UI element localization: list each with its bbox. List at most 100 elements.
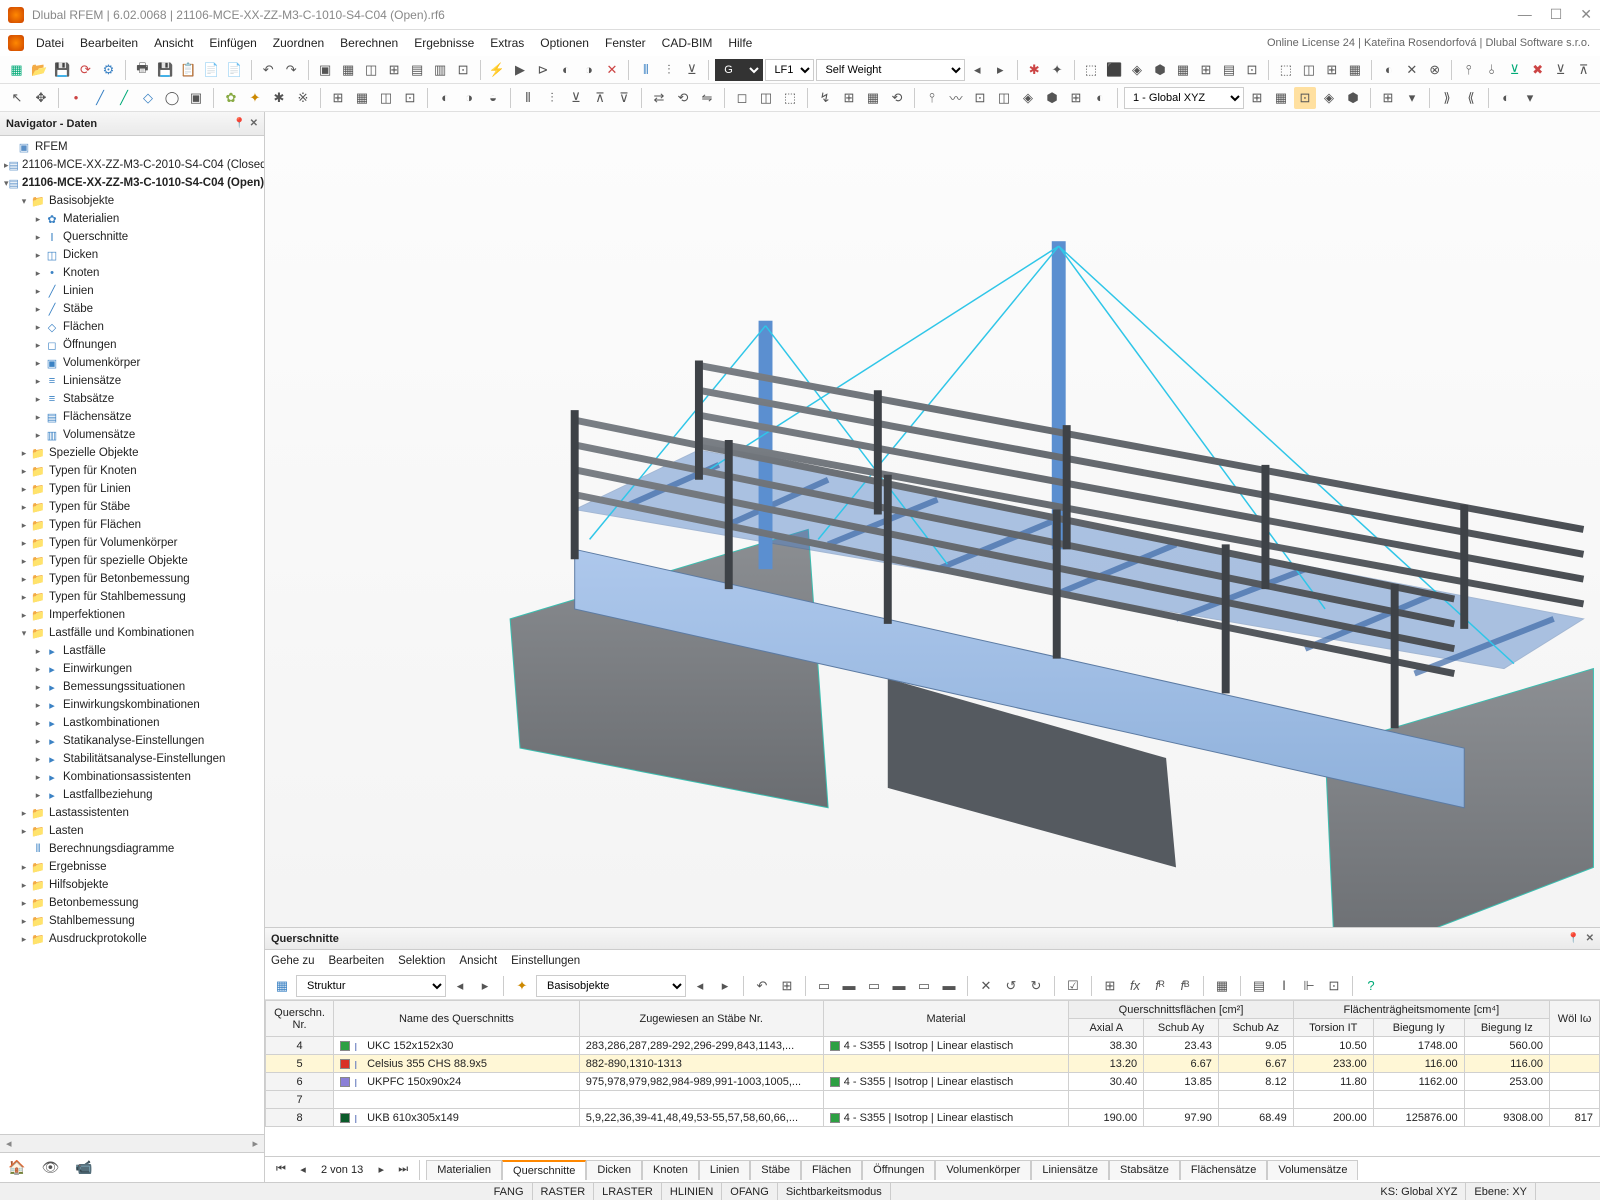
vis-btn-14[interactable]: ▦	[1344, 59, 1365, 81]
sections-close-button[interactable]: ✕	[1586, 933, 1594, 944]
tab-knoten[interactable]: Knoten	[642, 1160, 699, 1180]
cursor-button[interactable]: ↖	[6, 87, 28, 109]
table-btn-18[interactable]: ⊡	[1323, 975, 1345, 997]
menu-bearbeiten[interactable]: Bearbeiten	[72, 32, 146, 54]
tree-item[interactable]: ▸📁Typen für Stäbe	[0, 498, 264, 516]
table-btn-5[interactable]: ▭	[863, 975, 885, 997]
table-btn-8[interactable]: ▬	[938, 975, 960, 997]
sel-btn-2[interactable]: ◫	[755, 87, 777, 109]
nav-eye-icon[interactable]: 👁	[41, 1159, 59, 1176]
calc-btn-6[interactable]: ✕	[601, 59, 622, 81]
snap-btn-4[interactable]: ▾	[1519, 87, 1541, 109]
menu-extras[interactable]: Extras	[482, 32, 532, 54]
bp-menu-bearbeiten[interactable]: Bearbeiten	[328, 955, 384, 967]
save-as-button[interactable]: 💾	[155, 59, 176, 81]
table-btn-3[interactable]: ▭	[813, 975, 835, 997]
tab-volumenkörper[interactable]: Volumenkörper	[935, 1160, 1031, 1180]
bp-menu-gehe zu[interactable]: Gehe zu	[271, 955, 314, 967]
tree-item[interactable]: ▸✿Materialien	[0, 210, 264, 228]
new-file-button[interactable]: ▦	[6, 59, 27, 81]
tree-item[interactable]: ▸▤21106-MCE-XX-ZZ-M3-C-2010-S4-C04 (Clos…	[0, 156, 264, 174]
tree-item[interactable]: ▸📁Typen für Flächen	[0, 516, 264, 534]
tree-item[interactable]: ▣RFEM	[0, 138, 264, 156]
tab-materialien[interactable]: Materialien	[426, 1160, 502, 1180]
snap-btn-3[interactable]: ◐	[1495, 87, 1517, 109]
vis-btn-6[interactable]: ⬢	[1150, 59, 1171, 81]
edge-btn-3[interactable]: ⊻	[1504, 59, 1525, 81]
tree-item[interactable]: ▸◫Dicken	[0, 246, 264, 264]
vis-btn-12[interactable]: ◫	[1298, 59, 1319, 81]
snap-btn-1[interactable]: ⟫	[1436, 87, 1458, 109]
minimize-button[interactable]: —	[1518, 6, 1532, 23]
cs-btn-4[interactable]: ◈	[1318, 87, 1340, 109]
mod-btn-3[interactable]: ⊡	[969, 87, 991, 109]
res-btn-1[interactable]: ⫴	[635, 59, 656, 81]
tool-btn-7[interactable]: ◫	[375, 87, 397, 109]
sections-pin-button[interactable]: 📍	[1567, 933, 1579, 944]
sel-btn-4[interactable]: ↯	[814, 87, 836, 109]
loadcase-type-combo[interactable]: G	[715, 59, 763, 81]
tree-item[interactable]: ▸▸Kombinationsassistenten	[0, 768, 264, 786]
menu-zuordnen[interactable]: Zuordnen	[265, 32, 332, 54]
vis-btn-17[interactable]: ⊗	[1424, 59, 1445, 81]
tab-volumensätze[interactable]: Volumensätze	[1267, 1160, 1358, 1180]
tree-item[interactable]: ▸📁Typen für Linien	[0, 480, 264, 498]
pager-first-button[interactable]: ⏮	[271, 1160, 291, 1180]
tree-item[interactable]: ▸📁Lasten	[0, 822, 264, 840]
tree-item[interactable]: ▾▤21106-MCE-XX-ZZ-M3-C-1010-S4-C04 (Open…	[0, 174, 264, 192]
table-obj-icon[interactable]: ✦	[511, 975, 533, 997]
tree-item[interactable]: ▸▸Statikanalyse-Einstellungen	[0, 732, 264, 750]
table-btn-fx2[interactable]: fᴿ	[1149, 975, 1171, 997]
mod-btn-6[interactable]: ⬢	[1041, 87, 1063, 109]
tree-item[interactable]: ▸📁Ergebnisse	[0, 858, 264, 876]
navigator-hscroll[interactable]: ◂▸	[0, 1134, 264, 1152]
table-btn-11[interactable]: ↻	[1025, 975, 1047, 997]
tree-item[interactable]: ▸▥Volumensätze	[0, 426, 264, 444]
menu-einfügen[interactable]: Einfügen	[201, 32, 264, 54]
edge-btn-6[interactable]: ⊼	[1573, 59, 1594, 81]
nav-camera-icon[interactable]: 📹	[75, 1159, 92, 1176]
table-btn-4[interactable]: ▬	[838, 975, 860, 997]
cs-btn-2[interactable]: ▦	[1270, 87, 1292, 109]
navigator-pin-button[interactable]: 📍	[233, 118, 245, 129]
edge-btn-1[interactable]: ⫯	[1458, 59, 1479, 81]
vis-btn-5[interactable]: ◈	[1127, 59, 1148, 81]
pan-button[interactable]: ✥	[30, 87, 52, 109]
tool-btn-4[interactable]: ※	[292, 87, 314, 109]
view-btn-7[interactable]: ⊡	[453, 59, 474, 81]
tool-btn-2[interactable]: ✦	[244, 87, 266, 109]
draw-surface-button[interactable]: ◇	[137, 87, 159, 109]
tree-item[interactable]: ▸📁Typen für Stahlbemessung	[0, 588, 264, 606]
table-help-button[interactable]: ?	[1360, 975, 1382, 997]
tree-item[interactable]: ▸📁Lastassistenten	[0, 804, 264, 822]
table-btn-15[interactable]: ▤	[1248, 975, 1270, 997]
tree-item[interactable]: ▸📁Hilfsobjekte	[0, 876, 264, 894]
model-viewport[interactable]	[265, 112, 1600, 927]
table-btn-fx[interactable]: fx	[1124, 975, 1146, 997]
tree-item[interactable]: ▸╱Stäbe	[0, 300, 264, 318]
edge-btn-5[interactable]: ⊻	[1550, 59, 1571, 81]
res-btn-2[interactable]: ⫶	[658, 59, 679, 81]
tab-öffnungen[interactable]: Öffnungen	[862, 1160, 935, 1180]
tree-item[interactable]: ▸📁Spezielle Objekte	[0, 444, 264, 462]
draw-node-button[interactable]: •	[65, 87, 87, 109]
vis-btn-11[interactable]: ⬚	[1275, 59, 1296, 81]
snap-btn-2[interactable]: ⟪	[1460, 87, 1482, 109]
menu-ergebnisse[interactable]: Ergebnisse	[406, 32, 482, 54]
table-btn-fx3[interactable]: fᴮ	[1174, 975, 1196, 997]
tool-btn-15[interactable]: ⊼	[589, 87, 611, 109]
vis-btn-10[interactable]: ⊡	[1241, 59, 1262, 81]
mod-btn-1[interactable]: ⫯	[921, 87, 943, 109]
tree-item[interactable]: ▸≡Stabsätze	[0, 390, 264, 408]
calc-btn-3[interactable]: ⊳	[532, 59, 553, 81]
tool-btn-6[interactable]: ▦	[351, 87, 373, 109]
cs-btn-3[interactable]: ⊡	[1294, 87, 1316, 109]
tree-item[interactable]: ▾📁Basisobjekte	[0, 192, 264, 210]
tool-btn-5[interactable]: ⊞	[327, 87, 349, 109]
pager-next-button[interactable]: ▸	[371, 1160, 391, 1180]
settings-button[interactable]: ⚙	[98, 59, 119, 81]
loadcase-combo[interactable]: LF1	[765, 59, 814, 81]
calc-btn-1[interactable]: ⚡	[487, 59, 508, 81]
vis-btn-7[interactable]: ▦	[1173, 59, 1194, 81]
tree-item[interactable]: ▸📁Typen für Betonbemessung	[0, 570, 264, 588]
